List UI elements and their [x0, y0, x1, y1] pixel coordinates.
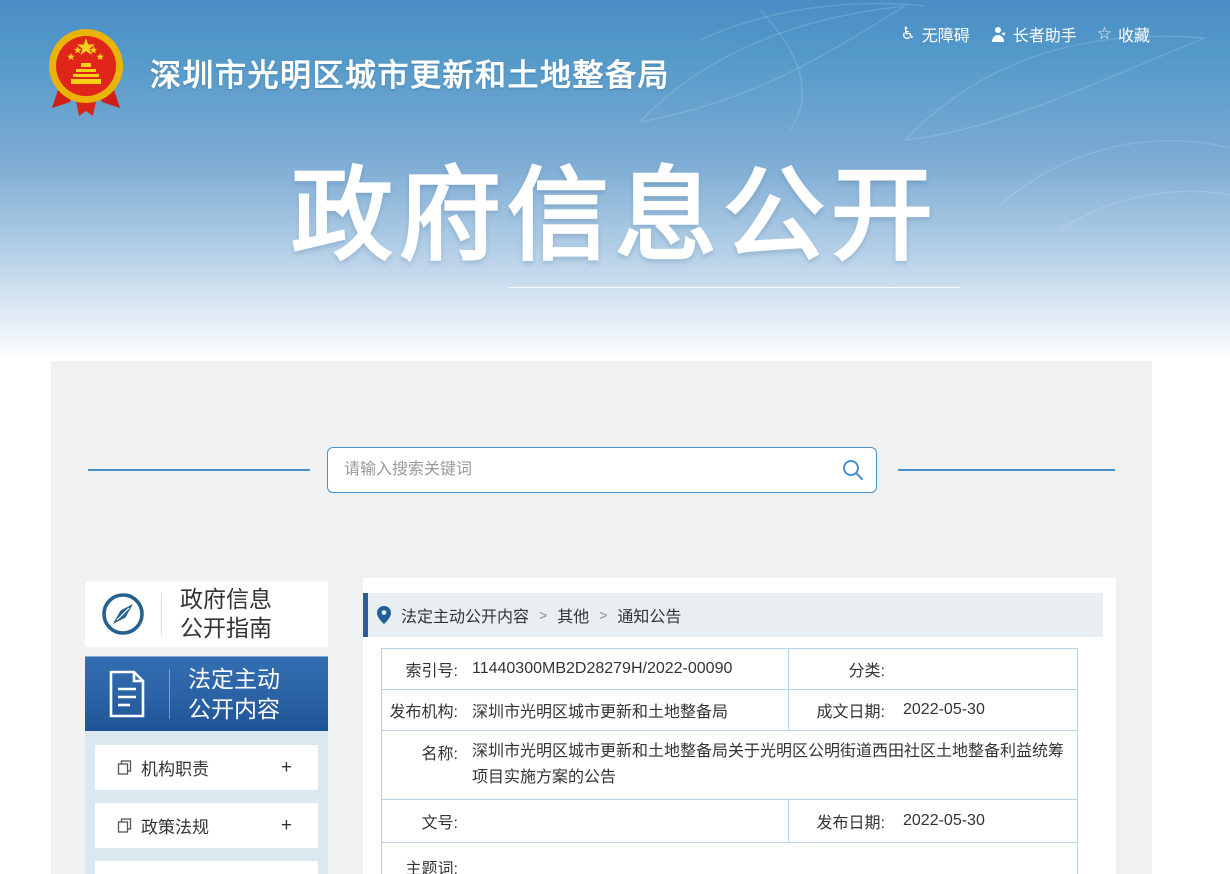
guide-label-line2: 公开指南 — [180, 614, 272, 643]
sidebar-submenu: 机构职责 + 政策法规 + — [85, 731, 328, 874]
active-label-line1: 法定主动 — [188, 664, 280, 694]
title-underline — [508, 287, 960, 288]
breadcrumb-separator: > — [539, 607, 547, 623]
breadcrumb: 法定主动公开内容 > 其他 > 通知公告 — [363, 593, 1103, 637]
main-panel: 法定主动公开内容 > 其他 > 通知公告 索引号: 11440300MB2D28… — [363, 578, 1116, 874]
search-icon — [841, 458, 865, 482]
duties-label: 机构职责 — [141, 755, 281, 780]
duties-expand-icon[interactable]: + — [281, 757, 292, 779]
page-title: 政府信息公开 — [0, 134, 1230, 281]
doc-title-value: 深圳市光明区城市更新和土地整备局关于光明区公明街道西田社区土地整备利益统筹项目实… — [472, 731, 1077, 799]
table-row-publisher: 发布机构: 深圳市光明区城市更新和土地整备局 成文日期: 2022-05-30 — [382, 690, 1077, 731]
written-date-value: 2022-05-30 — [903, 701, 985, 719]
table-row-title: 名称: 深圳市光明区城市更新和土地整备局关于光明区公明街道西田社区土地整备利益统… — [382, 731, 1077, 800]
index-number-label: 索引号: — [382, 657, 458, 681]
pages-icon — [117, 818, 132, 833]
breadcrumb-item-statutory[interactable]: 法定主动公开内容 — [401, 603, 529, 627]
national-emblem-logo — [48, 26, 124, 120]
sidebar-item-partial[interactable] — [95, 861, 318, 874]
utility-links: ♿ 无障碍 长者助手 ☆ 收藏 — [900, 22, 1150, 46]
breadcrumb-separator: > — [599, 607, 607, 623]
site-brand: 深圳市光明区城市更新和土地整备局 — [48, 26, 670, 120]
written-date-label: 成文日期: — [789, 698, 885, 722]
sidebar-item-statutory-disclosure[interactable]: 法定主动 公开内容 — [85, 656, 328, 731]
doc-title-label: 名称: — [382, 731, 458, 799]
breadcrumb-item-other[interactable]: 其他 — [557, 603, 589, 627]
compass-icon — [85, 591, 161, 637]
keywords-label: 主题词: — [382, 843, 458, 874]
publish-date-value: 2022-05-30 — [903, 812, 985, 830]
table-row-keywords: 主题词: — [382, 843, 1077, 874]
document-icon — [85, 669, 169, 719]
search-section — [51, 447, 1152, 493]
sidebar-item-duties[interactable]: 机构职责 + — [95, 745, 318, 790]
sidebar-item-guide[interactable]: 政府信息 公开指南 — [85, 581, 328, 647]
search-input[interactable] — [328, 448, 830, 492]
publish-date-label: 发布日期: — [789, 809, 885, 833]
accessibility-icon: ♿ — [900, 26, 915, 43]
index-number-value: 11440300MB2D28279H/2022-00090 — [472, 660, 732, 678]
breadcrumb-item-notices[interactable]: 通知公告 — [617, 603, 681, 627]
policies-label: 政策法规 — [141, 813, 281, 838]
pages-icon — [117, 760, 132, 775]
elder-assist-label: 长者助手 — [1013, 22, 1077, 46]
favorite-label: 收藏 — [1118, 22, 1150, 46]
location-pin-icon — [377, 606, 391, 624]
page-header: ♿ 无障碍 长者助手 ☆ 收藏 — [0, 0, 1230, 361]
page: ♿ 无障碍 长者助手 ☆ 收藏 — [0, 0, 1230, 874]
publisher-label: 发布机构: — [382, 698, 458, 722]
favorite-link[interactable]: ☆ 收藏 — [1097, 22, 1150, 46]
doc-number-label: 文号: — [382, 809, 458, 833]
search-box — [327, 447, 877, 493]
site-name[interactable]: 深圳市光明区城市更新和土地整备局 — [150, 26, 670, 95]
content-area: 政府信息 公开指南 法定主动 公开内容 — [51, 361, 1152, 874]
guide-label-line1: 政府信息 — [180, 585, 272, 614]
star-icon: ☆ — [1097, 26, 1112, 43]
publisher-value: 深圳市光明区城市更新和土地整备局 — [472, 698, 728, 722]
elder-assist-link[interactable]: 长者助手 — [990, 22, 1077, 46]
table-row-index: 索引号: 11440300MB2D28279H/2022-00090 分类: — [382, 649, 1077, 690]
sidebar-item-policies[interactable]: 政策法规 + — [95, 803, 318, 848]
document-info-table: 索引号: 11440300MB2D28279H/2022-00090 分类: 发… — [381, 648, 1078, 874]
active-divider — [169, 669, 170, 719]
policies-expand-icon[interactable]: + — [281, 815, 292, 837]
search-button[interactable] — [830, 448, 876, 492]
accessibility-label: 无障碍 — [922, 22, 970, 46]
search-right-divider — [898, 469, 1115, 471]
table-row-doc-number: 文号: 发布日期: 2022-05-30 — [382, 800, 1077, 843]
active-label-line2: 公开内容 — [188, 694, 280, 724]
sidebar: 政府信息 公开指南 法定主动 公开内容 — [85, 581, 328, 874]
elder-assist-icon — [990, 26, 1007, 43]
search-left-divider — [88, 469, 310, 471]
guide-divider — [161, 593, 162, 635]
category-label: 分类: — [789, 657, 885, 681]
accessibility-link[interactable]: ♿ 无障碍 — [900, 22, 969, 46]
